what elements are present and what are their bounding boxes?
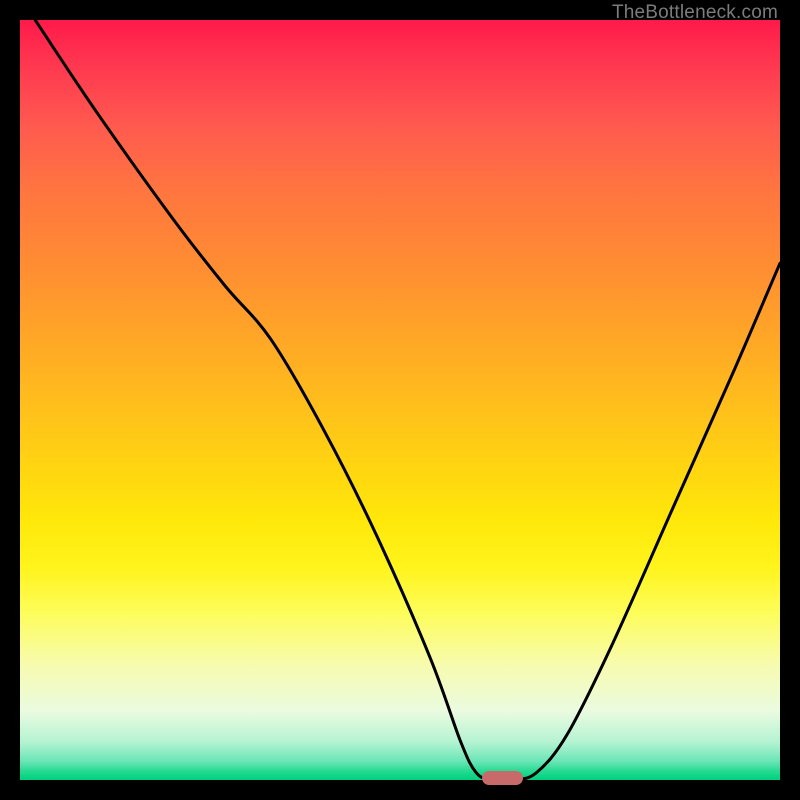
plot-area — [20, 20, 780, 780]
bottleneck-curve — [20, 20, 780, 780]
chart-container: TheBottleneck.com — [0, 0, 800, 800]
optimal-marker — [482, 771, 522, 785]
